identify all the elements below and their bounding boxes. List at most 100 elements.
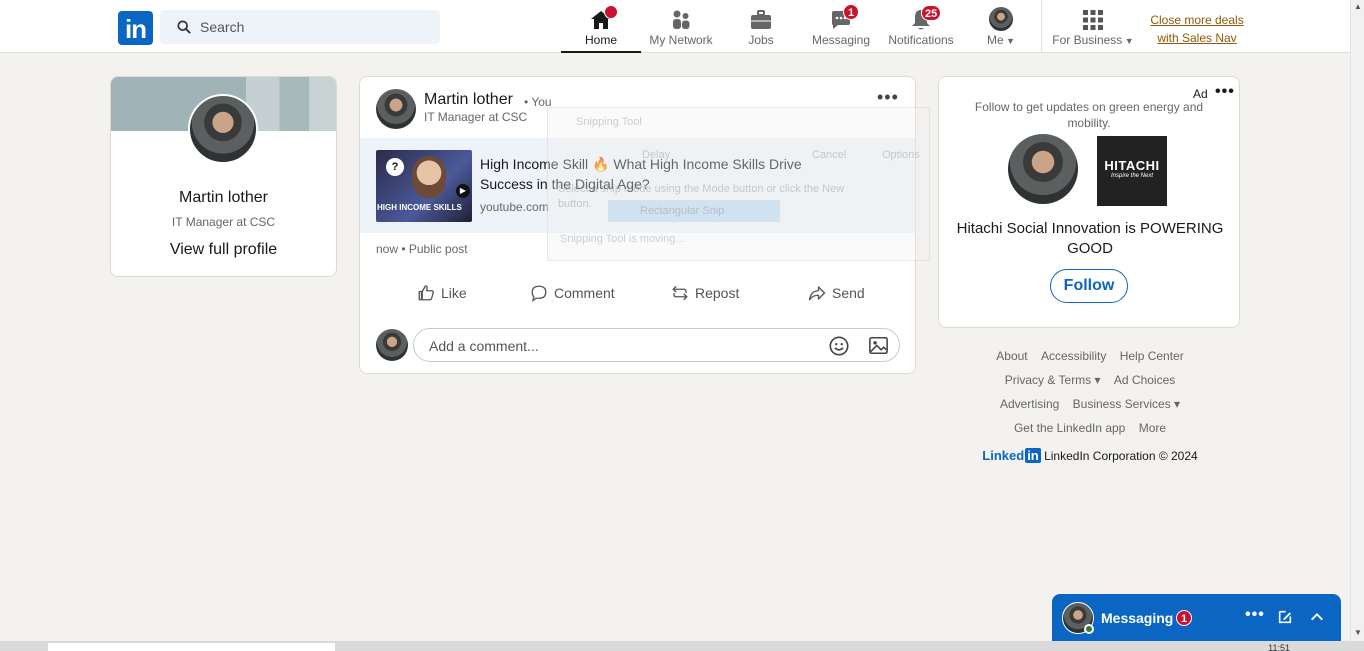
comment-button[interactable]: Comment: [530, 283, 615, 303]
profile-avatar[interactable]: [188, 94, 258, 164]
messaging-badge: 1: [843, 4, 859, 20]
footer-row: Get the LinkedIn app More: [940, 418, 1240, 442]
question-icon: ?: [386, 158, 404, 176]
comment-box[interactable]: [413, 328, 900, 362]
nav-label: Me: [986, 33, 1004, 47]
hitachi-logo[interactable]: HITACHI Inspire the Next: [1097, 136, 1167, 206]
footer-link-privacy-terms[interactable]: Privacy & Terms ▾: [1005, 373, 1101, 387]
sales-nav-promo-link[interactable]: Close more deals with Sales Nav: [1146, 11, 1248, 47]
nav-jobs[interactable]: Jobs: [721, 0, 801, 53]
ad-headline: Hitachi Social Innovation is POWERING GO…: [956, 220, 1224, 257]
footer-link-business-services[interactable]: Business Services ▾: [1073, 397, 1180, 411]
post-more-button[interactable]: •••: [877, 87, 899, 108]
image-icon[interactable]: [868, 336, 889, 355]
emoji-icon[interactable]: [828, 335, 850, 357]
messaging-bar-badge: 1: [1176, 610, 1192, 626]
nav-home[interactable]: Home: [561, 0, 641, 53]
promo-line: with Sales Nav: [1157, 31, 1237, 45]
home-notification-dot: [604, 5, 618, 19]
nav-label: Messaging: [811, 33, 871, 47]
messaging-overlay-bar[interactable]: Messaging 1 •••: [1052, 594, 1341, 642]
send-arrow-icon: [808, 286, 826, 301]
profile-headline: IT Manager at CSC: [171, 215, 276, 229]
taskbar-clock: 11:51: [1268, 643, 1290, 651]
footer-link-help-center[interactable]: Help Center: [1120, 349, 1184, 363]
follow-button[interactable]: Follow: [1050, 269, 1128, 303]
comment-input[interactable]: [429, 337, 809, 355]
linkedin-wordmark: Linked in: [982, 448, 1041, 463]
me-avatar: [989, 7, 1013, 31]
messaging-more-button[interactable]: •••: [1245, 606, 1265, 624]
nav-label: Jobs: [748, 33, 774, 47]
snipping-tool-window[interactable]: Snipping Tool Delay Cancel Options Selec…: [547, 107, 930, 261]
author-headline: IT Manager at CSC: [424, 110, 528, 124]
header-divider: [1041, 0, 1042, 53]
wordmark-in: in: [1025, 448, 1041, 463]
footer-link-accessibility[interactable]: Accessibility: [1041, 349, 1106, 363]
footer-link-ad-choices[interactable]: Ad Choices: [1114, 373, 1175, 387]
chevron-up-icon[interactable]: [1309, 609, 1325, 625]
snipping-status: Snipping Tool is moving...: [560, 233, 685, 245]
link-source: youtube.com: [480, 200, 549, 214]
send-button[interactable]: Send: [808, 283, 865, 303]
ad-member-avatar: [1008, 134, 1078, 204]
footer-link-more[interactable]: More: [1139, 421, 1166, 435]
nav-notifications[interactable]: 25 Notifications: [881, 0, 961, 53]
snipping-cancel-button[interactable]: Cancel: [812, 149, 846, 161]
snipping-delay-button[interactable]: Delay: [642, 149, 670, 161]
logo-tagline: Inspire the Next: [1110, 173, 1154, 179]
footer-row: Privacy & Terms ▾ Ad Choices: [940, 370, 1240, 394]
taskbar-app-strip[interactable]: [48, 643, 335, 651]
nav-business-label-wrap: For Business ▼: [1048, 33, 1138, 47]
search-input[interactable]: [200, 17, 420, 37]
nav-my-network[interactable]: My Network: [641, 0, 721, 53]
chevron-down-icon: ▼: [1122, 36, 1134, 46]
search-box[interactable]: [160, 10, 440, 44]
video-thumbnail[interactable]: ? ▶ HIGH INCOME SKILLS: [376, 150, 472, 222]
ad-card: Ad ••• Follow to get updates on green en…: [938, 76, 1240, 328]
page-scrollbar[interactable]: ▲ ▼: [1350, 0, 1364, 641]
wordmark-text: Linked: [982, 448, 1025, 463]
online-status-dot: [1084, 624, 1094, 634]
repost-button[interactable]: Repost: [671, 283, 739, 303]
nav-me[interactable]: Me ▼: [961, 0, 1041, 53]
view-full-profile-link[interactable]: View full profile: [111, 241, 336, 259]
nav-label: Home: [584, 33, 617, 47]
scroll-down-arrow-icon[interactable]: ▼: [1354, 628, 1362, 637]
messaging-title[interactable]: Messaging: [1101, 610, 1173, 626]
compose-icon[interactable]: [1277, 609, 1293, 625]
ad-description: Follow to get updates on green energy an…: [974, 100, 1204, 130]
linkedin-logo[interactable]: in: [118, 11, 153, 45]
promo-line: Close more deals: [1150, 13, 1244, 27]
snipping-mode-option[interactable]: Rectangular Snip: [608, 200, 780, 222]
author-avatar[interactable]: [376, 89, 416, 129]
footer-link-about[interactable]: About: [996, 349, 1027, 363]
nav-label: For Business: [1052, 33, 1123, 47]
nav-for-business[interactable]: For Business ▼: [1048, 0, 1138, 53]
author-name[interactable]: Martin lother: [424, 91, 513, 109]
footer-link-advertising[interactable]: Advertising: [1000, 397, 1059, 411]
post-meta: now • Public post: [376, 242, 468, 256]
send-label: Send: [832, 285, 865, 301]
os-taskbar: 11:51: [0, 641, 1364, 651]
snipping-options-button[interactable]: Options: [882, 149, 920, 161]
footer-links: About Accessibility Help Center Privacy …: [940, 346, 1240, 463]
nav-label: My Network: [649, 33, 713, 47]
grid-icon: [1083, 10, 1103, 30]
like-button[interactable]: Like: [417, 283, 467, 303]
comment-label: Comment: [554, 285, 615, 301]
thumbnail-person: [412, 156, 446, 198]
profile-name[interactable]: Martin lother: [111, 189, 336, 207]
footer-link-get-app[interactable]: Get the LinkedIn app: [1014, 421, 1125, 435]
thumbnail-caption: HIGH INCOME SKILLS: [377, 203, 462, 212]
top-navigation-bar: in Home My Network Jobs 1 Messaging 25 N…: [0, 0, 1350, 53]
play-icon: ▶: [456, 184, 470, 198]
people-icon: [673, 10, 690, 29]
nav-messaging[interactable]: 1 Messaging: [801, 0, 881, 53]
commenter-avatar: [376, 329, 408, 361]
footer-row: About Accessibility Help Center: [940, 346, 1240, 370]
nav-label: Notifications: [888, 33, 954, 47]
snipping-tool-title: Snipping Tool: [576, 116, 642, 128]
copyright-text: LinkedIn Corporation © 2024: [1044, 449, 1198, 463]
scroll-up-arrow-icon[interactable]: ▲: [1354, 2, 1362, 11]
